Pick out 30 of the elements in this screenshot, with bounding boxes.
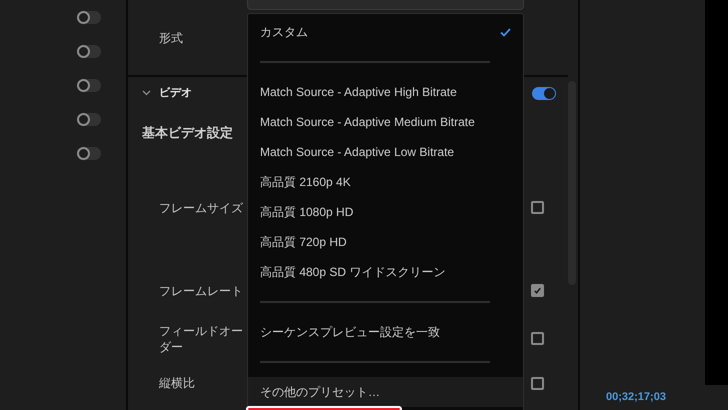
format-label: 形式 xyxy=(159,30,183,48)
timecode: 00;32;17;03 xyxy=(606,390,666,406)
setting-label: フレームサイズ xyxy=(159,200,244,216)
setting-label: フレームレート xyxy=(159,282,244,299)
checkbox[interactable] xyxy=(531,284,544,298)
setting-label: 縦横比 xyxy=(159,375,196,392)
section-header[interactable]: ビデオ xyxy=(142,84,192,102)
menu-item[interactable]: その他のプリセット… xyxy=(248,377,523,407)
check-icon xyxy=(533,286,542,296)
toggle-switch[interactable] xyxy=(77,11,101,24)
toggle-switch[interactable] xyxy=(77,79,101,92)
checkbox[interactable] xyxy=(531,332,544,346)
menu-item[interactable]: Match Source - Adaptive Low Bitrate xyxy=(248,137,523,167)
setting-label: フィールドオーダー xyxy=(159,322,244,355)
menu-item[interactable]: 高品質 480p SD ワイドスクリーン xyxy=(248,257,523,287)
toggle-switch[interactable] xyxy=(77,147,101,160)
toggle-switch[interactable] xyxy=(77,45,101,58)
menu-item[interactable]: Match Source - Adaptive High Bitrate xyxy=(248,77,523,107)
toggle-switch[interactable] xyxy=(77,113,101,126)
section-heading: 基本ビデオ設定 xyxy=(142,124,233,142)
menu-item[interactable]: 高品質 720p HD xyxy=(248,227,523,257)
menu-item[interactable]: カスタム xyxy=(248,17,523,47)
toggle-switch[interactable] xyxy=(532,86,556,100)
menu-item[interactable]: 高品質 1080p HD xyxy=(248,197,523,227)
checkbox[interactable] xyxy=(531,201,544,214)
menu-item[interactable]: シーケンスプレビュー設定を一致 xyxy=(248,317,523,347)
chevron-icon xyxy=(142,90,151,96)
menu-item[interactable]: 高品質 2160p 4K xyxy=(248,167,523,197)
checkbox[interactable] xyxy=(531,376,544,390)
menu-item[interactable]: Match Source - Adaptive Medium Bitrate xyxy=(248,107,523,137)
